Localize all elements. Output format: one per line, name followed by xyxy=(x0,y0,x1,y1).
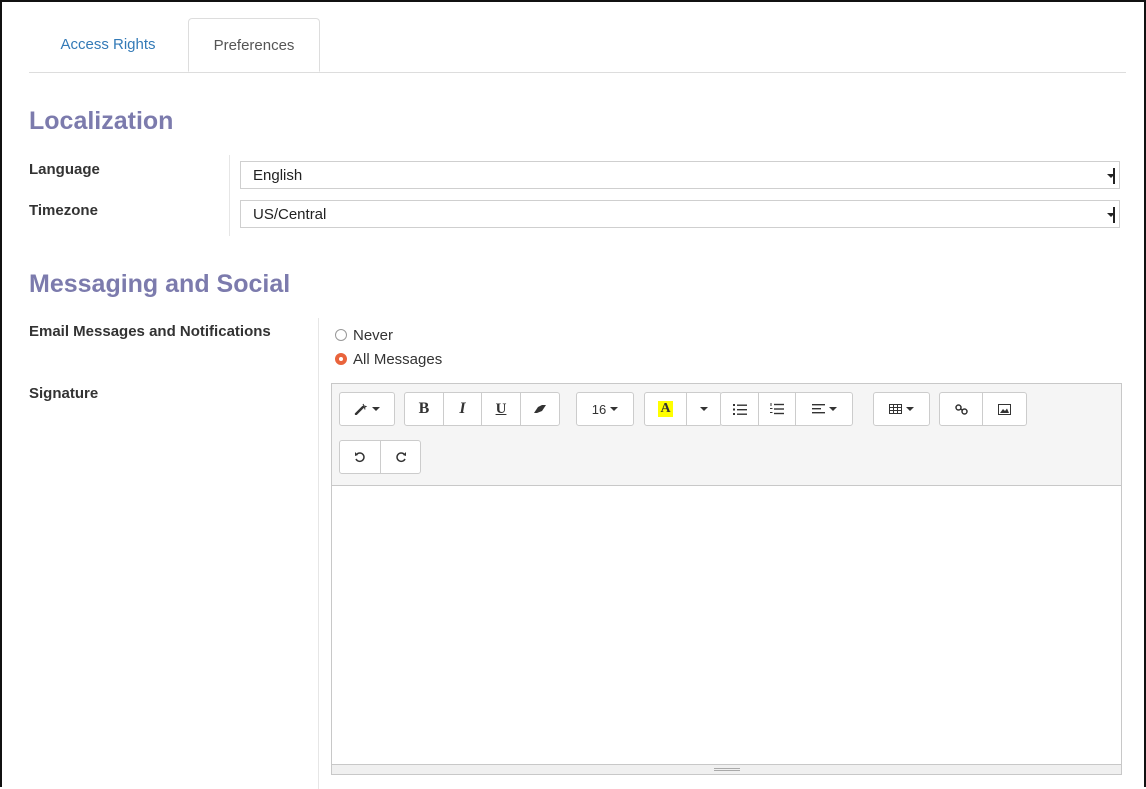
bullet-list-icon xyxy=(732,403,747,415)
color-dropdown-button[interactable] xyxy=(686,392,722,426)
magic-wand-icon xyxy=(354,403,368,415)
tab-bar: Access Rights Preferences xyxy=(29,18,1126,73)
bullet-list-button[interactable] xyxy=(720,392,759,426)
highlight-letter: A xyxy=(658,401,673,417)
caret-down-icon xyxy=(610,407,619,411)
redo-button[interactable] xyxy=(380,440,421,474)
history-group xyxy=(339,440,421,474)
radio-selected-icon xyxy=(335,353,347,365)
radio-all-messages[interactable]: All Messages xyxy=(335,351,442,368)
caret-down-icon xyxy=(828,407,837,411)
notifications-label: Email Messages and Notifications xyxy=(29,323,271,340)
link-icon xyxy=(954,403,968,415)
table-group xyxy=(873,392,930,426)
radio-never[interactable]: Never xyxy=(335,327,393,344)
style-button[interactable] xyxy=(339,392,395,426)
table-button[interactable] xyxy=(873,392,930,426)
fore-color-button[interactable]: A xyxy=(644,392,687,426)
font-size-group: 16 xyxy=(576,392,634,426)
preferences-form: Access Rights Preferences Localization L… xyxy=(0,0,1146,789)
editor-toolbar: B I U 16 A xyxy=(332,384,1121,486)
font-size-button[interactable]: 16 xyxy=(576,392,634,426)
insert-group xyxy=(939,392,1027,426)
signature-text-area[interactable] xyxy=(332,486,1121,764)
link-button[interactable] xyxy=(939,392,983,426)
numbered-list-button[interactable] xyxy=(758,392,796,426)
bold-button[interactable]: B xyxy=(404,392,444,426)
language-value: English xyxy=(253,167,303,184)
timezone-label: Timezone xyxy=(29,202,98,219)
radio-label: Never xyxy=(353,327,394,344)
radio-label: All Messages xyxy=(353,351,443,368)
align-button[interactable] xyxy=(795,392,853,426)
paragraph-group xyxy=(720,392,853,426)
redo-icon xyxy=(395,451,407,463)
undo-button[interactable] xyxy=(339,440,381,474)
signature-editor: B I U 16 A xyxy=(331,383,1122,775)
language-select[interactable]: English xyxy=(240,161,1120,189)
field-divider xyxy=(318,318,319,789)
timezone-value: US/Central xyxy=(253,206,327,223)
italic-button[interactable]: I xyxy=(443,392,482,426)
field-divider xyxy=(229,155,230,236)
messaging-heading: Messaging and Social xyxy=(29,270,291,298)
remove-format-button[interactable] xyxy=(520,392,560,426)
dropdown-arrow-icon xyxy=(1107,168,1115,184)
tab-access-rights[interactable]: Access Rights xyxy=(29,18,187,72)
caret-down-icon xyxy=(906,407,914,411)
localization-heading: Localization xyxy=(29,107,174,135)
signature-label: Signature xyxy=(29,385,99,402)
radio-circle-icon xyxy=(335,329,347,341)
image-icon xyxy=(998,403,1011,415)
dropdown-arrow-icon xyxy=(1107,207,1115,223)
color-group: A xyxy=(644,392,722,426)
align-icon xyxy=(811,404,825,414)
language-label: Language xyxy=(29,161,100,178)
editor-resize-handle[interactable] xyxy=(332,764,1121,774)
timezone-select[interactable]: US/Central xyxy=(240,200,1120,228)
image-button[interactable] xyxy=(982,392,1027,426)
font-size-value: 16 xyxy=(591,401,607,417)
table-icon xyxy=(889,404,902,414)
caret-down-icon xyxy=(372,407,380,411)
caret-down-icon xyxy=(700,407,708,411)
style-group xyxy=(339,392,395,426)
undo-icon xyxy=(354,451,366,463)
eraser-icon xyxy=(533,404,547,414)
numbered-list-icon xyxy=(770,403,784,415)
font-style-group: B I U xyxy=(404,392,560,426)
tab-preferences[interactable]: Preferences xyxy=(188,18,320,72)
underline-button[interactable]: U xyxy=(481,392,521,426)
